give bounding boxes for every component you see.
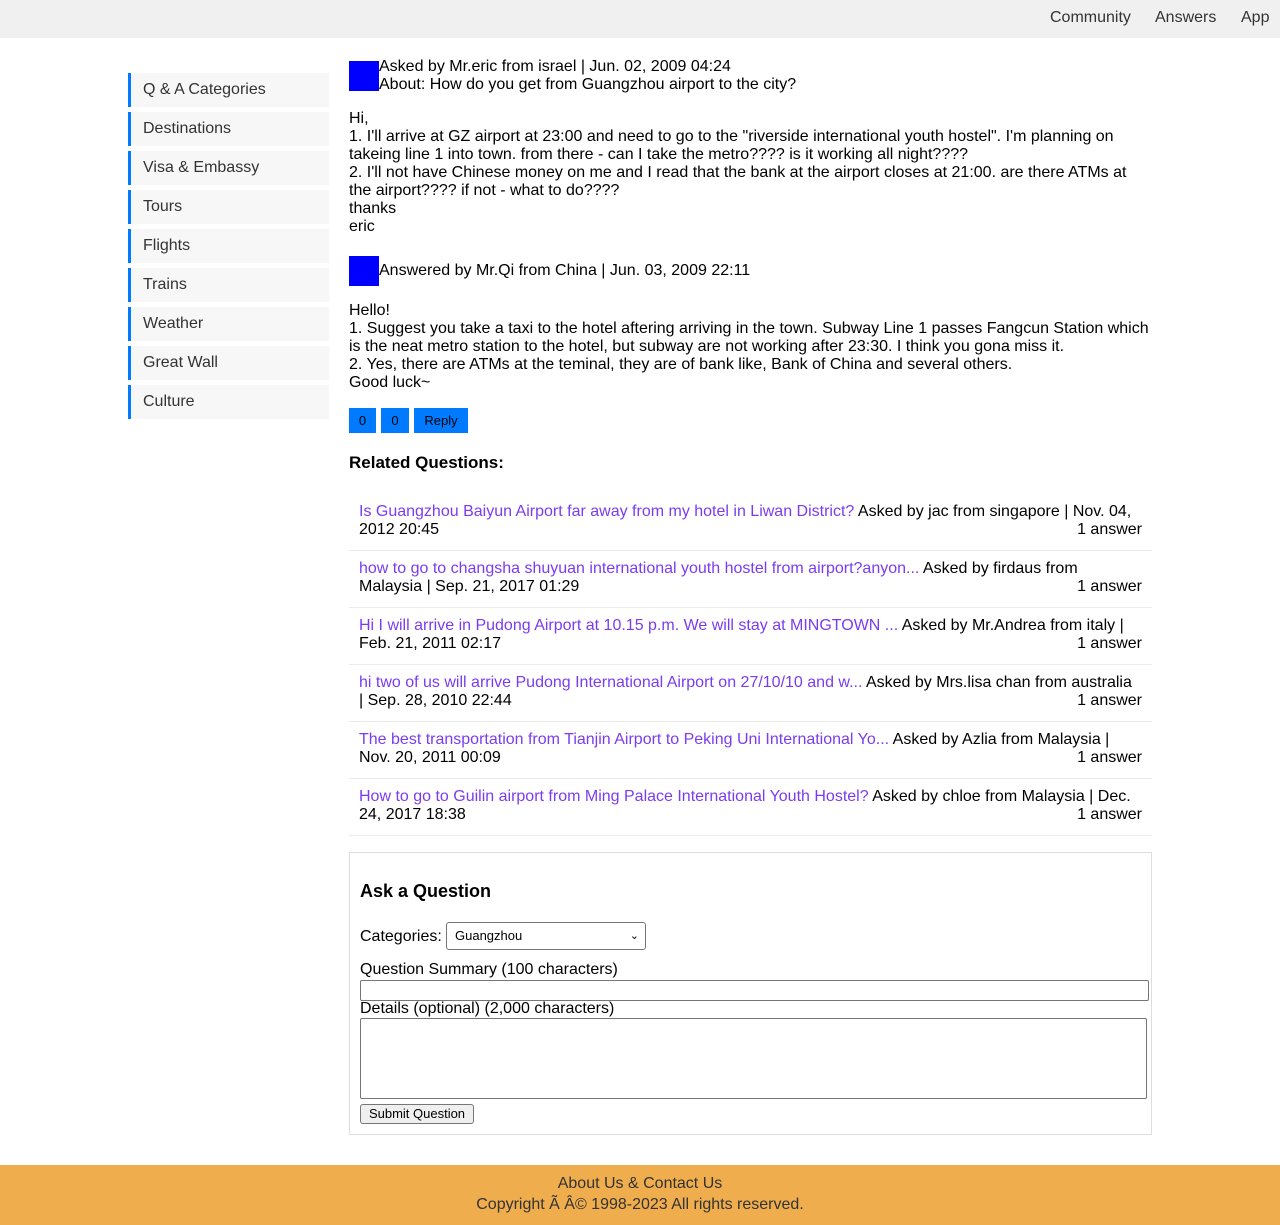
question-about: About: How do you get from Guangzhou air… bbox=[379, 76, 797, 93]
sidebar-item-flights[interactable]: Flights bbox=[128, 229, 329, 263]
submit-question-button[interactable]: Submit Question bbox=[360, 1104, 474, 1124]
footer-links[interactable]: About Us & Contact Us bbox=[0, 1175, 1280, 1193]
question-line: Hi, bbox=[349, 110, 369, 127]
nav-community-link[interactable]: Community bbox=[1050, 9, 1131, 27]
question-line: 2. I'll not have Chinese money on me and… bbox=[349, 164, 1127, 199]
related-question-text: Is Guangzhou Baiyun Airport far away fro… bbox=[359, 503, 1142, 539]
downvote-button[interactable]: 0 bbox=[381, 408, 409, 433]
list-item: hi two of us will arrive Pudong Internat… bbox=[349, 665, 1152, 722]
answer-count: 1 answer bbox=[1077, 806, 1142, 823]
question-summary-input[interactable] bbox=[360, 980, 1149, 1001]
details-textarea[interactable] bbox=[360, 1018, 1147, 1099]
sidebar-item-qa-categories[interactable]: Q & A Categories bbox=[128, 73, 329, 107]
answer-body: Hello! 1. Suggest you take a taxi to the… bbox=[349, 302, 1152, 392]
footer: About Us & Contact Us Copyright Ã Â© 199… bbox=[0, 1165, 1280, 1225]
question-line: thanks bbox=[349, 200, 397, 217]
reply-button[interactable]: Reply bbox=[414, 408, 468, 433]
footer-copyright: Copyright Ã Â© 1998-2023 All rights rese… bbox=[476, 1196, 804, 1213]
ask-question-title: Ask a Question bbox=[360, 881, 492, 901]
categories-select[interactable]: Guangzhou ⌄ bbox=[446, 922, 646, 950]
answer-line: 2. Yes, there are ATMs at the teminal, t… bbox=[349, 356, 1013, 373]
question-line: eric bbox=[349, 218, 375, 235]
list-item: How to go to Guilin airport from Ming Pa… bbox=[349, 779, 1152, 836]
related-questions-list: Is Guangzhou Baiyun Airport far away fro… bbox=[349, 494, 1152, 836]
answer-count: 1 answer bbox=[1077, 692, 1142, 709]
nav-answers-link[interactable]: Answers bbox=[1155, 9, 1216, 27]
sidebar-item-destinations[interactable]: Destinations bbox=[128, 112, 329, 146]
ask-question-form: Ask a Question Categories: Guangzhou ⌄ Q… bbox=[349, 852, 1152, 1135]
answer-line: Hello! bbox=[349, 302, 390, 319]
answer-line: Good luck~ bbox=[349, 374, 431, 391]
sidebar-item-trains[interactable]: Trains bbox=[128, 268, 329, 302]
related-question-text: Hi I will arrive in Pudong Airport at 10… bbox=[359, 617, 1142, 653]
nav-app-link[interactable]: App bbox=[1241, 9, 1269, 27]
related-question-link[interactable]: how to go to changsha shuyuan internatio… bbox=[359, 560, 919, 577]
sidebar-item-great-wall[interactable]: Great Wall bbox=[128, 346, 329, 380]
question-line: 1. I'll arrive at GZ airport at 23:00 an… bbox=[349, 128, 1114, 163]
related-question-link[interactable]: Is Guangzhou Baiyun Airport far away fro… bbox=[359, 503, 854, 520]
upvote-button[interactable]: 0 bbox=[349, 408, 376, 433]
answerer-avatar bbox=[349, 256, 379, 286]
question-meta: Asked by Mr.eric from israel | Jun. 02, … bbox=[379, 58, 731, 75]
sidebar-item-visa-embassy[interactable]: Visa & Embassy bbox=[128, 151, 329, 185]
sidebar-item-culture[interactable]: Culture bbox=[128, 385, 329, 419]
related-question-link[interactable]: The best transportation from Tianjin Air… bbox=[359, 731, 889, 748]
categories-label: Categories: bbox=[360, 928, 442, 945]
answer-count: 1 answer bbox=[1077, 749, 1142, 766]
answer-count: 1 answer bbox=[1077, 578, 1142, 595]
sidebar-item-tours[interactable]: Tours bbox=[128, 190, 329, 224]
related-questions-title: Related Questions: bbox=[349, 453, 504, 472]
related-question-link[interactable]: hi two of us will arrive Pudong Internat… bbox=[359, 674, 862, 691]
top-navigation: Community Answers App bbox=[0, 0, 1280, 38]
answer-meta: Answered by Mr.Qi from China | Jun. 03, … bbox=[379, 262, 751, 279]
related-question-text: hi two of us will arrive Pudong Internat… bbox=[359, 674, 1142, 710]
list-item: The best transportation from Tianjin Air… bbox=[349, 722, 1152, 779]
asker-avatar bbox=[349, 61, 379, 91]
chevron-down-icon: ⌄ bbox=[629, 930, 639, 942]
question-summary-label: Question Summary (100 characters) bbox=[360, 961, 618, 978]
answer-count: 1 answer bbox=[1077, 635, 1142, 652]
related-question-text: how to go to changsha shuyuan internatio… bbox=[359, 560, 1142, 596]
related-question-text: How to go to Guilin airport from Ming Pa… bbox=[359, 788, 1142, 824]
question-body: Hi, 1. I'll arrive at GZ airport at 23:0… bbox=[349, 110, 1152, 236]
details-label: Details (optional) (2,000 characters) bbox=[360, 1000, 615, 1017]
related-question-link[interactable]: Hi I will arrive in Pudong Airport at 10… bbox=[359, 617, 898, 634]
answer-line: 1. Suggest you take a taxi to the hotel … bbox=[349, 320, 1149, 355]
sidebar-item-weather[interactable]: Weather bbox=[128, 307, 329, 341]
related-question-link[interactable]: How to go to Guilin airport from Ming Pa… bbox=[359, 788, 869, 805]
categories-selected-value: Guangzhou bbox=[455, 928, 523, 943]
list-item: Is Guangzhou Baiyun Airport far away fro… bbox=[349, 494, 1152, 551]
list-item: Hi I will arrive in Pudong Airport at 10… bbox=[349, 608, 1152, 665]
list-item: how to go to changsha shuyuan internatio… bbox=[349, 551, 1152, 608]
answer-count: 1 answer bbox=[1077, 521, 1142, 538]
related-question-text: The best transportation from Tianjin Air… bbox=[359, 731, 1142, 767]
sidebar: Q & A Categories Destinations Visa & Emb… bbox=[128, 73, 329, 424]
